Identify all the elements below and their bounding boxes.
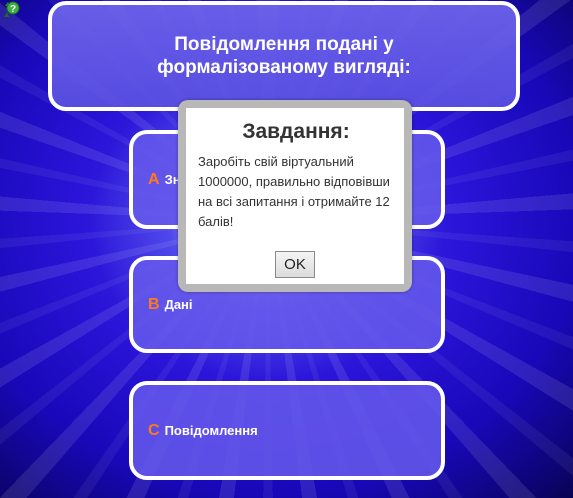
task-dialog: Завдання: Заробіть свій віртуальний 1000… bbox=[178, 100, 412, 292]
task-dialog-title: Завдання: bbox=[242, 120, 350, 143]
task-dialog-content: Завдання: Заробіть свій віртуальний 1000… bbox=[186, 108, 404, 284]
help-question-icon[interactable]: ? bbox=[2, 0, 20, 18]
answer-letter-b: B bbox=[148, 295, 160, 313]
answer-text-c: Повідомлення bbox=[164, 423, 258, 438]
answer-letter-a: A bbox=[148, 170, 160, 188]
answer-letter-c: C bbox=[148, 421, 160, 439]
task-dialog-message: Заробіть свій віртуальний 1000000, прави… bbox=[198, 154, 390, 229]
ok-button[interactable]: OK bbox=[275, 251, 315, 278]
answer-text-b: Дані bbox=[164, 297, 193, 312]
answer-option-c[interactable]: C Повідомлення bbox=[129, 381, 445, 480]
question-panel: Повідомлення подані у формалізованому ви… bbox=[48, 1, 520, 111]
svg-text:?: ? bbox=[10, 4, 16, 15]
question-text: Повідомлення подані у формалізованому ви… bbox=[157, 34, 411, 78]
